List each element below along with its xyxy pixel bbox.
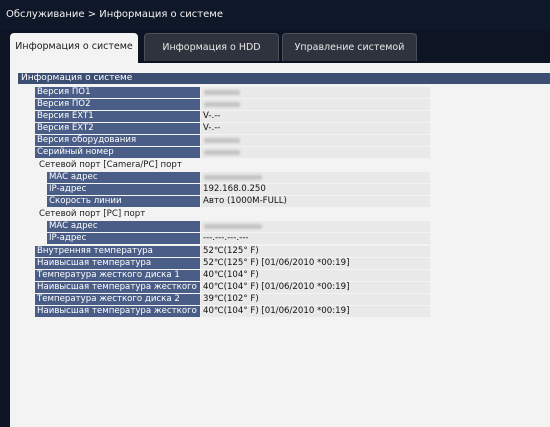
firmware-1-label: Версия ПО1 [35, 87, 200, 98]
row-ext1: Версия EXT1 V-.-- [35, 111, 430, 122]
row-hdd1-max-temp: Наивысшая температура жесткого диска 1 4… [35, 282, 430, 293]
hdd1-max-temp-label: Наивысшая температура жесткого диска 1 [35, 282, 200, 293]
row-internal-temp: Внутренняя температура 52℃(125° F) [35, 246, 430, 257]
camera-mac-label: MAC адрес [47, 172, 200, 183]
row-camera-ip: IP-адрес 192.168.0.250 [47, 184, 430, 195]
row-ext2: Версия EXT2 V-.-- [35, 123, 430, 134]
row-hdd1-temp: Температура жесткого диска 1 40℃(104° F) [35, 270, 430, 281]
row-firmware-1: Версия ПО1 [35, 87, 430, 98]
hdd1-max-temp-value: 40℃(104° F) [01/06/2010 *00:19] [201, 282, 430, 293]
firmware-2-label: Версия ПО2 [35, 99, 200, 110]
hdd2-max-temp-label: Наивысшая температура жесткого диска 2 [35, 306, 200, 317]
row-firmware-2: Версия ПО2 [35, 99, 430, 110]
ext2-label: Версия EXT2 [35, 123, 200, 134]
row-pc-ip: IP-адрес ---.---.---.--- [47, 233, 430, 244]
camera-speed-label: Скорость линии [47, 196, 200, 207]
camera-speed-value: Авто (1000M-FULL) [201, 196, 430, 207]
serial-number-label: Серийный номер [35, 147, 200, 158]
row-max-temp: Наивысшая температура 52℃(125° F) [01/06… [35, 258, 430, 269]
firmware-1-value [201, 87, 430, 98]
max-temp-label: Наивысшая температура [35, 258, 200, 269]
row-camera-speed: Скорость линии Авто (1000M-FULL) [47, 196, 430, 207]
hdd1-temp-label: Температура жесткого диска 1 [35, 270, 200, 281]
pc-mac-label: MAC адрес [47, 221, 200, 232]
hdd2-temp-label: Температура жесткого диска 2 [35, 294, 200, 305]
camera-mac-value [201, 172, 430, 183]
ext2-value: V-.-- [201, 123, 430, 134]
pc-ip-label: IP-адрес [47, 233, 200, 244]
row-camera-mac: MAC адрес [47, 172, 430, 183]
section-header: Информация о системе [18, 73, 550, 84]
max-temp-value: 52℃(125° F) [01/06/2010 *00:19] [201, 258, 430, 269]
hdd2-temp-value: 39℃(102° F) [201, 294, 430, 305]
hdd1-temp-value: 40℃(104° F) [201, 270, 430, 281]
ext1-label: Версия EXT1 [35, 111, 200, 122]
pc-ip-value: ---.---.---.--- [201, 233, 430, 244]
row-hardware-version: Версия оборудования [35, 135, 430, 146]
breadcrumb: Обслуживание > Информация о системе [6, 9, 223, 20]
pc-mac-value [201, 221, 430, 232]
row-pc-mac: MAC адрес [47, 221, 430, 232]
tab-hdd-info[interactable]: Информация о HDD [144, 33, 279, 61]
camera-port-heading: Сетевой порт [Camera/PC] порт [39, 160, 182, 170]
row-hdd2-max-temp: Наивысшая температура жесткого диска 2 4… [35, 306, 430, 317]
internal-temp-value: 52℃(125° F) [201, 246, 430, 257]
serial-number-value [201, 147, 430, 158]
internal-temp-label: Внутренняя температура [35, 246, 200, 257]
system-info-panel: Информация о системе Версия ПО1 Версия П… [10, 63, 550, 427]
tab-bar: Информация о системе Информация о HDD Уп… [10, 33, 550, 63]
ext1-value: V-.-- [201, 111, 430, 122]
hdd2-max-temp-value: 40℃(104° F) [01/06/2010 *00:19] [201, 306, 430, 317]
tab-system-info[interactable]: Информация о системе [10, 33, 138, 63]
row-serial-number: Серийный номер [35, 147, 430, 158]
title-bar: Обслуживание > Информация о системе [0, 0, 550, 30]
tab-system-management[interactable]: Управление системой [282, 33, 417, 61]
hardware-version-value [201, 135, 430, 146]
pc-port-heading: Сетевой порт [PC] порт [39, 209, 146, 219]
row-hdd2-temp: Температура жесткого диска 2 39℃(102° F) [35, 294, 430, 305]
camera-ip-label: IP-адрес [47, 184, 200, 195]
camera-ip-value: 192.168.0.250 [201, 184, 430, 195]
firmware-2-value [201, 99, 430, 110]
hardware-version-label: Версия оборудования [35, 135, 200, 146]
